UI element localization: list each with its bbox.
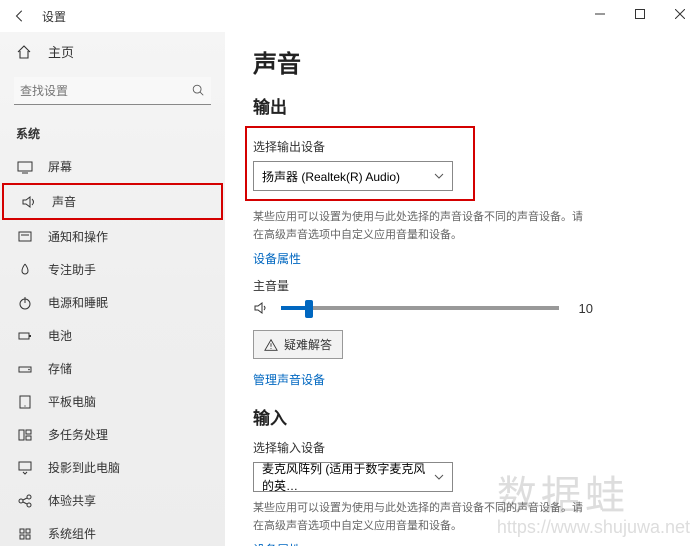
output-device-value: 扬声器 (Realtek(R) Audio) xyxy=(262,168,400,185)
sidebar-item-display[interactable]: 屏幕 xyxy=(0,150,225,183)
multi-icon xyxy=(16,427,34,443)
sidebar-item-label: 体验共享 xyxy=(48,492,96,509)
content-area: 声音 输出 选择输出设备 扬声器 (Realtek(R) Audio) 某些应用… xyxy=(225,32,700,546)
output-props-link[interactable]: 设备属性 xyxy=(253,250,672,267)
sidebar-item-sound[interactable]: 声音 xyxy=(2,183,223,220)
sidebar-item-label: 电池 xyxy=(48,327,72,344)
troubleshoot-label: 疑难解答 xyxy=(284,336,332,353)
input-choose-label: 选择输入设备 xyxy=(253,439,672,456)
volume-value: 10 xyxy=(569,301,593,316)
home-label: 主页 xyxy=(48,42,74,61)
sidebar-item-power[interactable]: 电源和睡眠 xyxy=(0,286,225,319)
sidebar-item-project[interactable]: 投影到此电脑 xyxy=(0,451,225,484)
warning-icon xyxy=(264,338,278,352)
focus-icon xyxy=(16,262,34,278)
display-icon xyxy=(16,159,34,175)
sidebar: 主页 系统 屏幕 声音 通知和操作 专注助手 电源和睡眠 电池 xyxy=(0,32,225,546)
master-volume-label: 主音量 xyxy=(253,277,672,294)
page-title: 声音 xyxy=(253,44,672,79)
volume-icon xyxy=(253,300,271,316)
output-choose-label: 选择输出设备 xyxy=(253,138,467,155)
search-input[interactable] xyxy=(14,77,211,105)
window-title: 设置 xyxy=(42,8,66,25)
back-button[interactable] xyxy=(8,9,32,23)
project-icon xyxy=(16,460,34,476)
power-icon xyxy=(16,295,34,311)
sidebar-item-storage[interactable]: 存储 xyxy=(0,352,225,385)
sidebar-item-label: 多任务处理 xyxy=(48,426,108,443)
sidebar-item-battery[interactable]: 电池 xyxy=(0,319,225,352)
output-highlight: 选择输出设备 扬声器 (Realtek(R) Audio) xyxy=(245,126,475,201)
input-device-dropdown[interactable]: 麦克风阵列 (适用于数字麦克风的英… xyxy=(253,462,453,492)
maximize-button[interactable] xyxy=(620,0,660,28)
output-troubleshoot-button[interactable]: 疑难解答 xyxy=(253,330,343,359)
volume-slider[interactable] xyxy=(281,306,559,310)
minimize-button[interactable] xyxy=(580,0,620,28)
input-device-value: 麦克风阵列 (适用于数字麦克风的英… xyxy=(262,460,434,494)
sidebar-item-share[interactable]: 体验共享 xyxy=(0,484,225,517)
sidebar-item-multitask[interactable]: 多任务处理 xyxy=(0,418,225,451)
output-desc: 某些应用可以设置为使用与此处选择的声音设备不同的声音设备。请在高级声音选项中自定… xyxy=(253,209,593,244)
sidebar-item-label: 通知和操作 xyxy=(48,228,108,245)
sidebar-item-label: 存储 xyxy=(48,360,72,377)
sidebar-item-components[interactable]: 系统组件 xyxy=(0,517,225,550)
chevron-down-icon xyxy=(434,472,444,482)
battery-icon xyxy=(16,328,34,344)
section-header: 系统 xyxy=(0,117,225,150)
sidebar-item-label: 专注助手 xyxy=(48,261,96,278)
sidebar-item-label: 屏幕 xyxy=(48,158,72,175)
search-box[interactable] xyxy=(14,77,211,105)
notify-icon xyxy=(16,229,34,245)
home-icon xyxy=(16,44,34,60)
search-icon xyxy=(191,83,205,97)
tablet-icon xyxy=(16,394,34,410)
sidebar-item-label: 电源和睡眠 xyxy=(48,294,108,311)
sidebar-item-label: 投影到此电脑 xyxy=(48,459,120,476)
output-heading: 输出 xyxy=(253,93,672,118)
sidebar-item-notifications[interactable]: 通知和操作 xyxy=(0,220,225,253)
sidebar-item-label: 平板电脑 xyxy=(48,393,96,410)
share-icon xyxy=(16,493,34,509)
sidebar-item-label: 系统组件 xyxy=(48,525,96,542)
input-props-link[interactable]: 设备属性 xyxy=(253,541,672,546)
sound-icon xyxy=(20,194,38,210)
chevron-down-icon xyxy=(434,171,444,181)
output-device-dropdown[interactable]: 扬声器 (Realtek(R) Audio) xyxy=(253,161,453,191)
sidebar-item-label: 声音 xyxy=(52,193,76,210)
home-link[interactable]: 主页 xyxy=(0,36,225,67)
input-heading: 输入 xyxy=(253,404,672,429)
storage-icon xyxy=(16,361,34,377)
sidebar-item-focus[interactable]: 专注助手 xyxy=(0,253,225,286)
manage-devices-link[interactable]: 管理声音设备 xyxy=(253,371,672,388)
close-button[interactable] xyxy=(660,0,700,28)
components-icon xyxy=(16,526,34,542)
sidebar-item-tablet[interactable]: 平板电脑 xyxy=(0,385,225,418)
input-desc: 某些应用可以设置为使用与此处选择的声音设备不同的声音设备。请在高级声音选项中自定… xyxy=(253,500,593,535)
